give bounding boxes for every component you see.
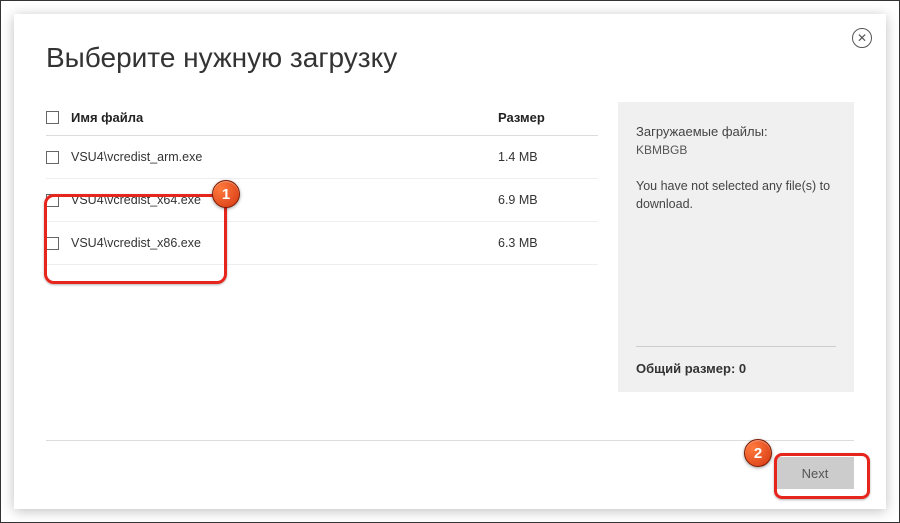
- row-checkbox[interactable]: [46, 194, 59, 207]
- close-icon[interactable]: ✕: [852, 28, 872, 48]
- summary-message: You have not selected any file(s) to dow…: [636, 177, 836, 213]
- table-row: VSU4\vcredist_x64.exe 6.9 MB: [46, 179, 598, 222]
- file-size: 6.9 MB: [498, 193, 598, 207]
- table-row: VSU4\vcredist_arm.exe 1.4 MB: [46, 136, 598, 179]
- dialog-title: Выберите нужную загрузку: [46, 42, 854, 74]
- file-size: 6.3 MB: [498, 236, 598, 250]
- file-name: VSU4\vcredist_arm.exe: [71, 150, 498, 164]
- summary-code: KBMBGB: [636, 143, 836, 157]
- table-row: VSU4\vcredist_x86.exe 6.3 MB: [46, 222, 598, 265]
- col-header-filename: Имя файла: [71, 110, 498, 125]
- col-header-size: Размер: [498, 110, 598, 125]
- download-summary-panel: Загружаемые файлы: KBMBGB You have not s…: [618, 102, 854, 392]
- file-size: 1.4 MB: [498, 150, 598, 164]
- file-name: VSU4\vcredist_x86.exe: [71, 236, 498, 250]
- row-checkbox[interactable]: [46, 151, 59, 164]
- download-dialog: ✕ Выберите нужную загрузку Имя файла Раз…: [14, 14, 886, 509]
- select-all-checkbox[interactable]: [46, 111, 59, 124]
- file-name: VSU4\vcredist_x64.exe: [71, 193, 498, 207]
- next-button[interactable]: Next: [776, 457, 854, 489]
- table-header-row: Имя файла Размер: [46, 102, 598, 136]
- dialog-footer: Next: [46, 440, 854, 489]
- row-checkbox[interactable]: [46, 237, 59, 250]
- close-glyph: ✕: [857, 32, 867, 44]
- total-size-label: Общий размер: 0: [636, 346, 836, 376]
- file-list: Имя файла Размер VSU4\vcredist_arm.exe 1…: [46, 102, 618, 392]
- dialog-content: Имя файла Размер VSU4\vcredist_arm.exe 1…: [46, 102, 854, 392]
- summary-heading: Загружаемые файлы:: [636, 124, 836, 139]
